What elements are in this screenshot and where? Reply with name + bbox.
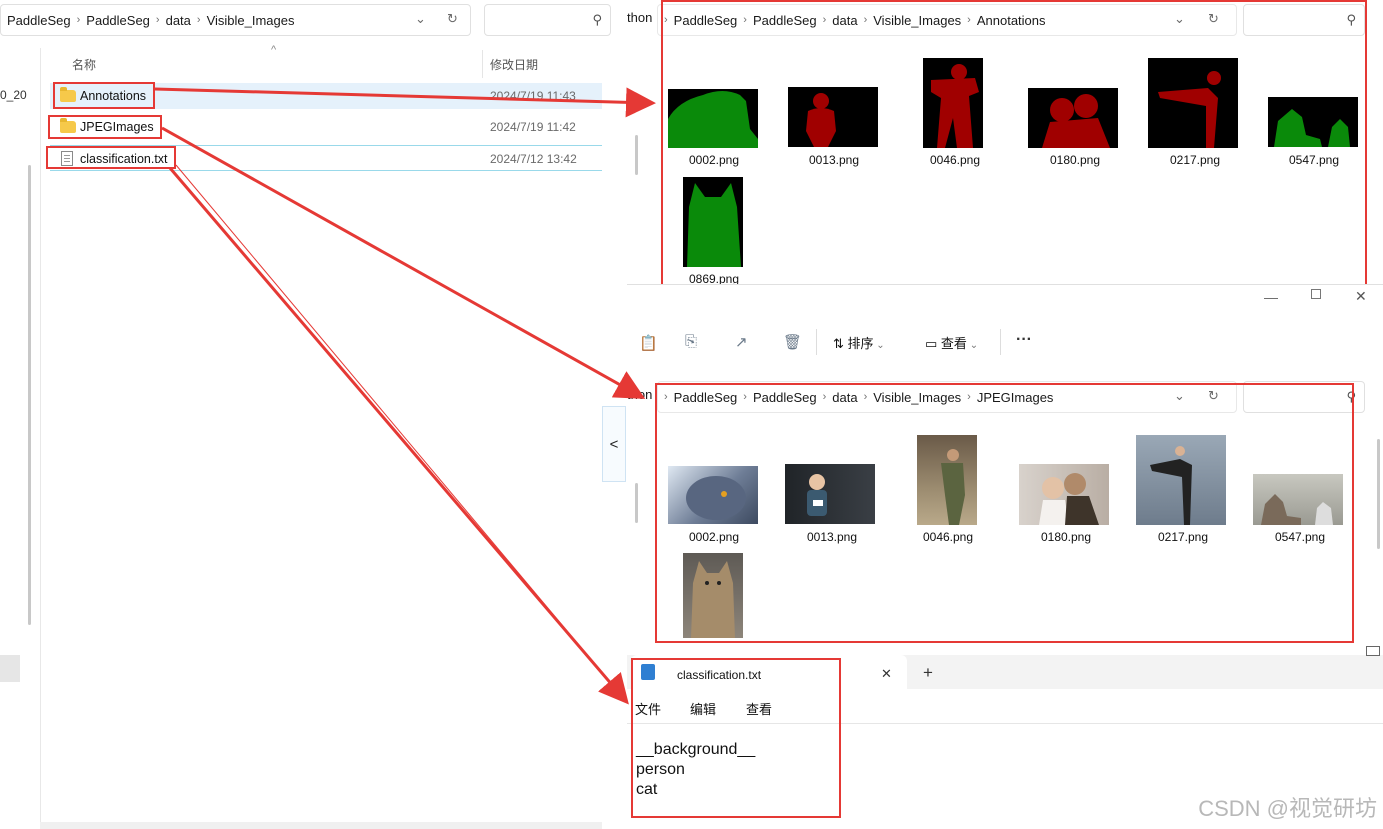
arrow-jpegimages xyxy=(161,126,646,399)
watermark: CSDN @视觉研坊 xyxy=(1198,796,1377,821)
arrow-annotations xyxy=(154,87,656,118)
annotation-arrows xyxy=(154,87,656,705)
arrow-classification xyxy=(168,167,629,705)
